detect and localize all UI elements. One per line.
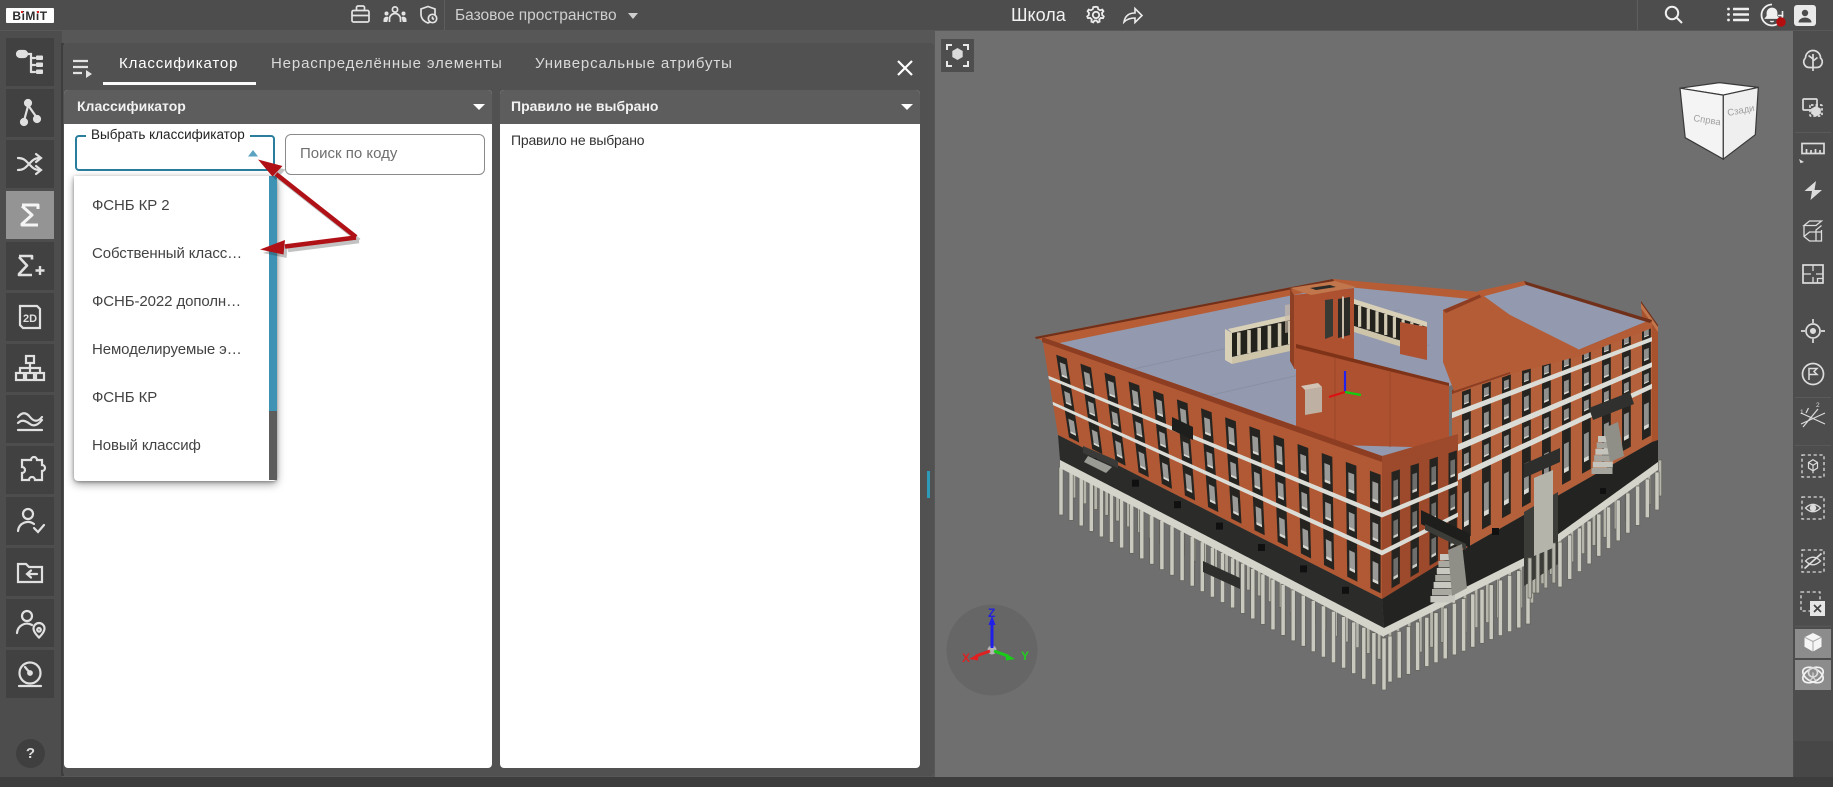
svg-text:2: 2 bbox=[1816, 402, 1820, 409]
svg-text:2D: 2D bbox=[23, 313, 37, 325]
svg-text:Y: Y bbox=[1021, 649, 1029, 663]
svg-text:X: X bbox=[962, 651, 970, 665]
svg-text:1: 1 bbox=[1800, 409, 1804, 416]
svg-text:Z: Z bbox=[988, 606, 995, 620]
